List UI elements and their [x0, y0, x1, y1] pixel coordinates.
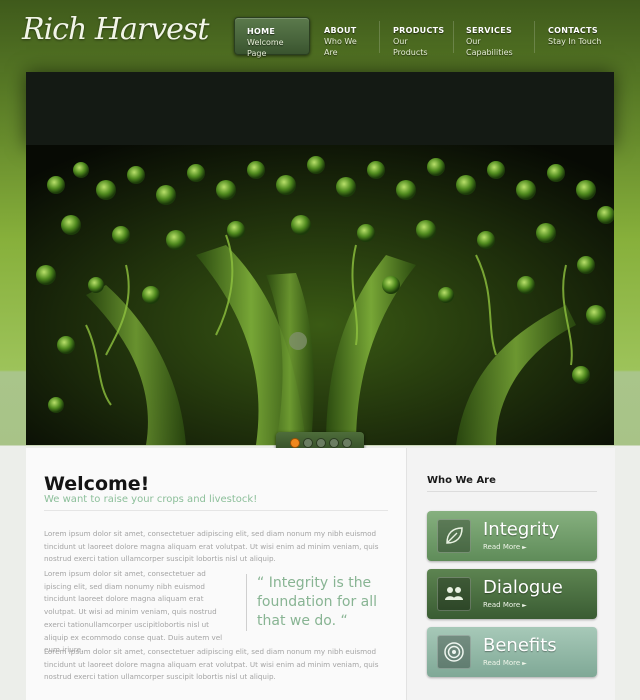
pull-quote: “ Integrity is the foundation for all th… [246, 574, 397, 631]
body-paragraph: Lorem ipsum dolor sit amet, consectetuer… [44, 569, 223, 655]
card-title: Dialogue [483, 577, 563, 598]
slider-frame [26, 72, 614, 147]
read-more-label: Read More [483, 659, 521, 667]
welcome-title: Welcome! [44, 473, 150, 495]
slider-dot[interactable] [290, 438, 300, 448]
slider-dot[interactable] [303, 438, 313, 448]
logo[interactable]: Rich Harvest [22, 12, 209, 47]
card-integrity[interactable]: Integrity Read More ► [427, 511, 597, 561]
arrow-right-icon: ► [522, 660, 527, 667]
arrow-right-icon: ► [522, 602, 527, 609]
nav-item-contacts[interactable]: CONTACTS Stay In Touch [536, 17, 612, 55]
people-icon [437, 577, 471, 611]
welcome-subtitle: We want to raise your crops and livestoc… [44, 494, 258, 505]
nav-item-title: CONTACTS [548, 26, 598, 35]
nav-divider [534, 21, 535, 53]
read-more-link[interactable]: Read More ► [483, 543, 527, 551]
content-area: Welcome! We want to raise your crops and… [26, 448, 615, 700]
nav-item-subtitle: Our Capabilities [466, 37, 513, 57]
body-paragraph: Lorem ipsum dolor sit amet, consectetuer… [44, 647, 379, 682]
nav-item-title: ABOUT [324, 26, 357, 35]
welcome-section: Welcome! We want to raise your crops and… [26, 448, 406, 700]
slider-dot[interactable] [342, 438, 352, 448]
nav-item-home[interactable]: HOME Welcome Page [234, 17, 310, 58]
nav-item-title: HOME [247, 27, 276, 36]
card-title: Benefits [483, 635, 557, 656]
nav-item-subtitle: Who We Are [324, 37, 357, 57]
leaf-icon [437, 519, 471, 553]
sidebar: Who We Are Integrity Read More ► Dialogu… [406, 448, 615, 700]
nav-item-title: PRODUCTS [393, 26, 445, 35]
nav-item-subtitle: Our Products [393, 37, 428, 57]
slider-dot[interactable] [329, 438, 339, 448]
nav-item-products[interactable]: PRODUCTS Our Products [381, 17, 453, 57]
read-more-label: Read More [483, 601, 521, 609]
slider-dot[interactable] [316, 438, 326, 448]
card-title: Integrity [483, 519, 560, 540]
target-icon [437, 635, 471, 669]
read-more-link[interactable]: Read More ► [483, 601, 527, 609]
divider [44, 510, 388, 511]
nav-item-subtitle: Welcome Page [247, 38, 284, 58]
hero-slide-image [26, 145, 614, 445]
broccoli-image [26, 145, 614, 445]
card-benefits[interactable]: Benefits Read More ► [427, 627, 597, 677]
card-dialogue[interactable]: Dialogue Read More ► [427, 569, 597, 619]
divider [427, 491, 597, 492]
nav-item-subtitle: Stay In Touch [548, 37, 602, 46]
nav-item-services[interactable]: SERVICES Our Capabilities [454, 17, 534, 57]
nav-item-title: SERVICES [466, 26, 513, 35]
nav-item-about[interactable]: ABOUT Who We Are [312, 17, 378, 57]
arrow-right-icon: ► [522, 544, 527, 551]
sidebar-title: Who We Are [427, 475, 496, 486]
read-more-label: Read More [483, 543, 521, 551]
read-more-link[interactable]: Read More ► [483, 659, 527, 667]
body-paragraph: Lorem ipsum dolor sit amet, consectetuer… [44, 529, 379, 564]
nav-divider [379, 21, 380, 53]
